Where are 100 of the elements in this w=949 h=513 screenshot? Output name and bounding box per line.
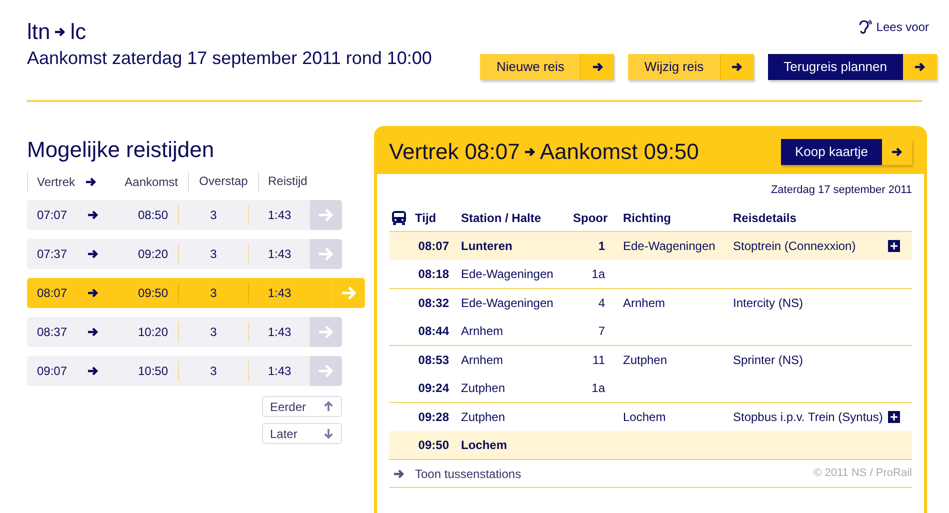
stop-station: Arnhem — [461, 353, 504, 367]
origin-code: ltn — [27, 18, 50, 46]
journey-option[interactable]: 08:07 09:50 3 1:43 — [27, 278, 365, 308]
column-header: Tijd — [415, 210, 438, 226]
transfers-count: 3 — [210, 207, 217, 224]
arrow-icon — [914, 61, 926, 73]
stop-time: 09:24 — [418, 380, 449, 397]
service-details: Stopbus i.p.v. Trein (Syntus) — [733, 409, 883, 426]
arrow-icon — [340, 284, 358, 302]
travel-duration: 1:43 — [268, 285, 292, 302]
direction-text: Zutphen — [623, 353, 668, 367]
column-header: Richting — [622, 210, 672, 226]
service-details: Intercity (NS) — [733, 295, 804, 312]
show-stops-link[interactable]: Toon tussenstations — [415, 464, 522, 482]
arrow-icon — [317, 245, 335, 263]
direction-text: Arnhem — [623, 296, 666, 310]
service-details: Stoptrein (Connexxion) — [733, 238, 856, 255]
stop-station: Zutphen — [461, 410, 506, 424]
departure-heading: Vertrek 08:07 — [389, 138, 520, 166]
stop-time: 09:50 — [418, 437, 449, 454]
buy-ticket-button[interactable]: Koop kaartje — [781, 138, 912, 164]
arrival-heading: Aankomst 09:50 — [540, 138, 699, 166]
travel-duration: 1:43 — [268, 246, 292, 263]
departure-time: 08:07 — [36, 285, 68, 302]
section-title: Mogelijke reistijden — [27, 136, 216, 164]
arrival-subtitle: Aankomst zaterdag 17 september 2011 rond 10:00 — [27, 47, 432, 70]
direction-text: Ede-Wageningen — [623, 239, 716, 253]
up-arrow-icon — [323, 401, 334, 412]
platform-number: 4 — [598, 295, 605, 312]
direction-text: Lochem — [623, 410, 666, 424]
stop-station: Lochem — [461, 438, 508, 452]
ear-icon[interactable] — [856, 19, 872, 35]
arrow-icon — [85, 176, 97, 188]
column-header: Spoor — [573, 210, 605, 226]
arrow-icon — [317, 206, 335, 224]
transfers-count: 3 — [210, 363, 217, 380]
arrow-icon — [317, 362, 335, 380]
arrow-icon — [87, 326, 99, 338]
journey-option[interactable]: 07:37 09:20 3 1:43 — [27, 239, 342, 269]
arrow-icon — [393, 468, 405, 480]
arrival-time: 09:50 — [136, 285, 168, 302]
transfers-count: 3 — [210, 246, 217, 263]
departure-time: 07:37 — [36, 246, 68, 263]
platform-number: 1 — [598, 238, 605, 255]
expand-icon[interactable] — [888, 411, 900, 423]
departure-time: 07:07 — [36, 207, 68, 224]
stop-station: Lunteren — [461, 239, 512, 253]
travel-duration: 1:43 — [268, 324, 292, 341]
arrival-time: 10:20 — [136, 324, 168, 341]
platform-number: 1a — [592, 380, 605, 397]
down-arrow-icon — [323, 428, 334, 439]
arrival-time: 09:20 — [136, 246, 168, 263]
arrival-time: 08:50 — [136, 207, 168, 224]
stop-time: 08:07 — [418, 238, 449, 255]
column-header: Aankomst — [124, 174, 178, 191]
stop-time: 08:53 — [418, 352, 449, 369]
journey-option[interactable]: 07:07 08:50 3 1:43 — [27, 200, 342, 230]
column-header: Reisdetails — [733, 210, 796, 226]
arrow-icon — [524, 146, 536, 158]
column-header: Station / Halte — [461, 210, 542, 226]
arrow-icon — [87, 287, 99, 299]
platform-number: 11 — [592, 352, 605, 369]
column-header: Overstap — [188, 172, 258, 192]
stop-time: 08:32 — [418, 295, 449, 312]
action-button[interactable]: Nieuwe reis — [480, 54, 614, 80]
travel-duration: 1:43 — [268, 207, 292, 224]
arrow-icon — [54, 26, 66, 38]
arrow-icon — [592, 61, 604, 73]
journey-option[interactable]: 09:07 10:50 3 1:43 — [27, 356, 342, 386]
platform-number: 7 — [598, 323, 605, 340]
arrival-time: 10:50 — [136, 363, 168, 380]
platform-number: 1a — [592, 266, 605, 283]
transfers-count: 3 — [210, 324, 217, 341]
stop-time: 08:18 — [418, 266, 449, 283]
action-button[interactable]: Wijzig reis — [628, 54, 754, 80]
destination-code: lc — [70, 18, 86, 46]
expand-icon[interactable] — [888, 240, 900, 252]
arrow-icon — [891, 146, 903, 158]
travel-date: Zaterdag 17 september 2011 — [770, 183, 912, 196]
read-aloud-link[interactable]: Lees voor — [876, 18, 929, 36]
action-button[interactable]: Terugreis plannen — [768, 54, 937, 80]
departure-time: 08:37 — [36, 324, 68, 341]
pagination-button[interactable]: Eerder — [262, 396, 342, 417]
arrow-icon — [87, 209, 99, 221]
stop-time: 08:44 — [418, 323, 449, 340]
transfers-count: 3 — [210, 285, 217, 302]
bus-icon — [391, 210, 407, 226]
pagination-button[interactable]: Later — [262, 423, 342, 444]
arrow-icon — [317, 323, 335, 341]
copyright-text: © 2011 NS / ProRail — [814, 466, 912, 482]
departure-time: 09:07 — [36, 363, 68, 380]
journey-option[interactable]: 08:37 10:20 3 1:43 — [27, 317, 342, 347]
stop-station: Ede-Wageningen — [461, 267, 554, 281]
service-details: Sprinter (NS) — [733, 352, 804, 369]
arrow-icon — [87, 365, 99, 377]
stop-station: Ede-Wageningen — [461, 296, 554, 310]
travel-duration: 1:43 — [268, 363, 292, 380]
stop-station: Arnhem — [461, 324, 504, 338]
stop-time: 09:28 — [418, 409, 449, 426]
stop-station: Zutphen — [461, 381, 506, 395]
